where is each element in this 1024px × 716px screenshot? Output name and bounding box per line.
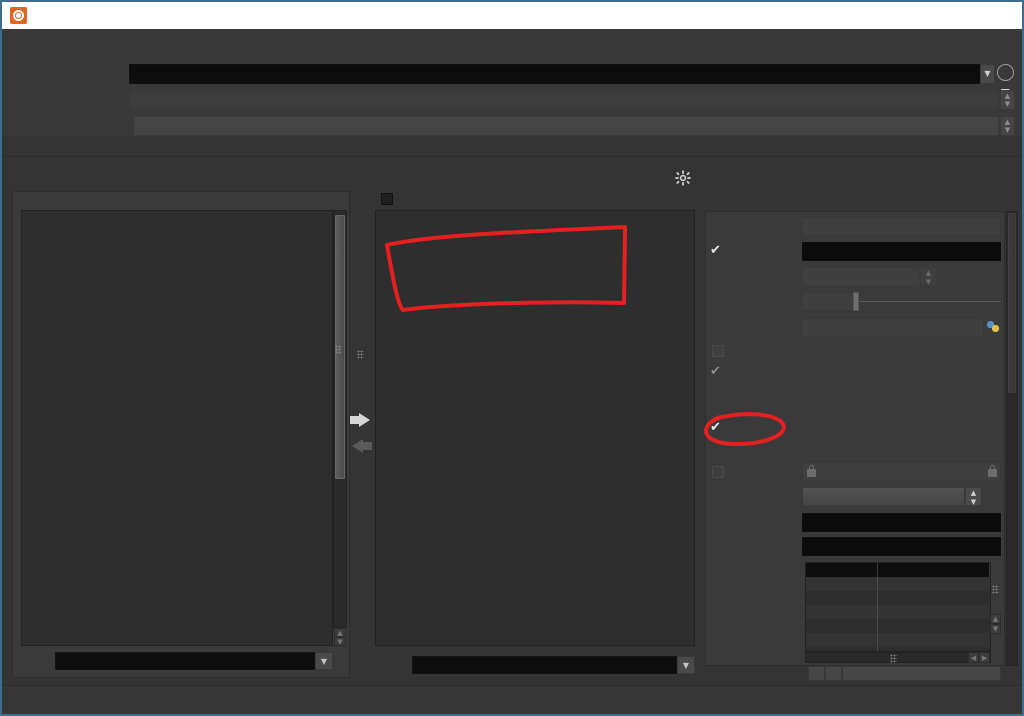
houdini-spiral-icon [10,7,27,24]
close-icon[interactable] [988,4,1016,26]
show-parm-in-spinner-icon[interactable]: ▲ ▼ [965,487,982,506]
show-invisible-parameters-checkbox[interactable] [381,193,393,205]
tag-remove-button[interactable] [825,666,842,681]
create-parameters-tabstrip [16,192,346,210]
existing-parameters-filter-input[interactable] [412,656,677,674]
invisible-checkbox[interactable]: ✔ [710,421,721,434]
remove-parameter-button[interactable] [350,439,372,453]
gear-icon[interactable] [674,170,692,188]
tags-hscroll-grip[interactable] [890,654,897,663]
range-checkbox [712,466,724,478]
help-icon[interactable] [997,64,1014,81]
edit-operator-type-properties-window: ▼ ▲ ▼ ▲ ▼ ▲ ▼ ▼ ▼ ✔ ▲ ▼ ✔ ✔ ▲ ▼ ▲ ▼ ◀ ▶ [0,0,1024,716]
scroll-up-button[interactable]: ▲ [334,628,346,637]
existing-parameters-filter-dropdown-icon[interactable]: ▼ [677,656,695,674]
tags-scroll-left-button[interactable]: ◀ [968,652,979,663]
create-parameters-filter-input[interactable] [55,652,315,670]
header-form: ▼ ▲ ▼ ▲ ▼ [2,29,1022,136]
splitter-grip[interactable] [335,345,342,354]
tags-column-tag-value[interactable] [878,563,990,577]
disable-when-input[interactable] [802,513,1001,532]
builtin-tags-button[interactable] [842,666,1001,681]
param-label-checkbox[interactable]: ✔ [710,244,721,257]
available-for-import-checkbox: ✔ [710,364,721,379]
tags-scroll-up-button[interactable]: ▲ [990,614,1001,624]
range-max-lock-icon [988,465,997,477]
tags-table[interactable] [805,562,991,652]
tags-resize-grip[interactable] [992,585,999,594]
window-titlebar [2,2,1022,30]
range-fields [802,462,1001,481]
range-min-lock-icon [807,465,816,477]
create-parameters-filter-dropdown-icon[interactable]: ▼ [315,652,333,670]
parameter-description-scrollbar[interactable] [1006,211,1018,666]
python-icon[interactable] [987,321,1000,334]
switch-definition-value[interactable] [133,116,999,136]
param-type-select [802,267,920,286]
footer-button-bar [2,685,1022,714]
switch-definition-spinner-icon[interactable]: ▲ ▼ [1000,116,1015,136]
add-parameter-button[interactable] [350,413,372,427]
hide-when-input[interactable] [802,537,1001,556]
middle-splitter-grip[interactable] [357,350,364,359]
parameter-type-list-scrollbar[interactable] [333,210,347,628]
parameter-description-tabstrip [705,193,1005,212]
save-to-library-dropdown-icon[interactable]: ▼ [980,64,995,84]
param-size-input [802,292,856,311]
show-parm-in-select[interactable] [802,487,965,506]
param-type-spinner-icon: ▲ ▼ [920,267,937,286]
existing-parameters-tree[interactable] [375,210,695,646]
install-library-spinner-icon[interactable]: ▲ ▼ [1000,90,1015,110]
suppress-quotes-checkbox [712,345,724,357]
param-callback-input [802,318,984,337]
install-library-value [129,90,999,110]
scroll-down-button[interactable]: ▼ [334,637,346,646]
tags-hscrollbar[interactable] [805,652,991,663]
param-name-input [802,217,1001,236]
param-label-input[interactable] [802,242,1001,261]
tags-scroll-down-button[interactable]: ▼ [990,624,1001,634]
param-size-slider-track [859,301,1001,302]
tag-add-button[interactable] [808,666,825,681]
parameter-type-list[interactable] [21,210,333,646]
main-tabstrip [2,137,1022,157]
tags-scroll-right-button[interactable]: ▶ [979,652,990,663]
tags-column-tag-name[interactable] [806,563,878,577]
save-to-library-input[interactable] [129,64,982,84]
